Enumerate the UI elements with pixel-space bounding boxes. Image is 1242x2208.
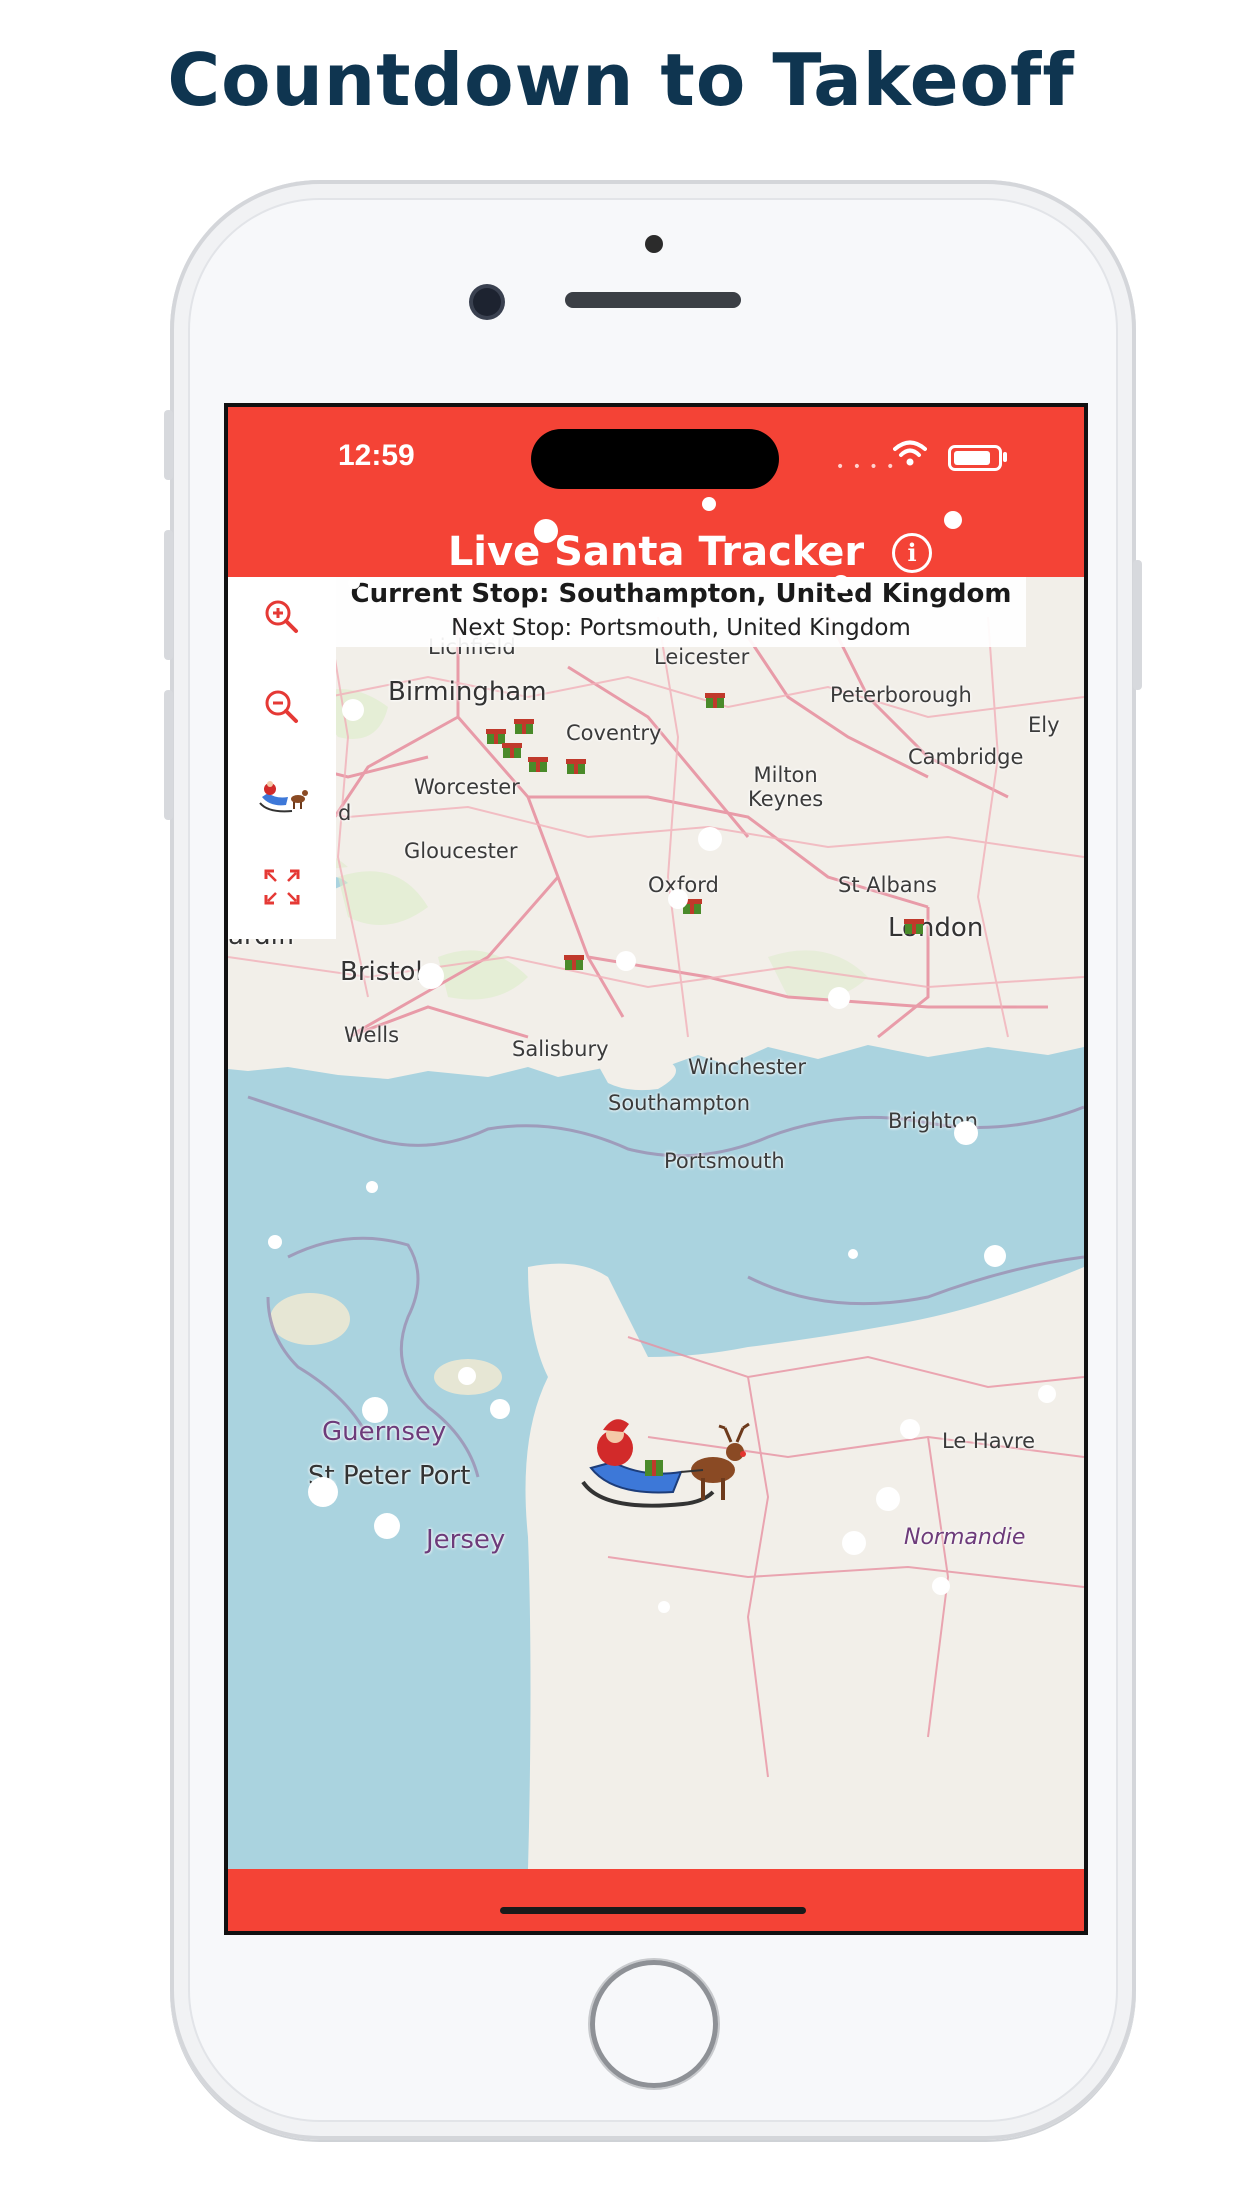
volume-down-button [164, 690, 173, 820]
gift-marker[interactable] [705, 689, 725, 709]
snowflake [362, 1397, 388, 1423]
map-label-guernsey: Guernsey [322, 1417, 447, 1447]
map-label-leicester: Leicester [654, 645, 750, 669]
stop-info-panel: Current Stop: Southampton, United Kingdo… [336, 577, 1026, 647]
snowflake [954, 1121, 978, 1145]
snowflake [374, 1513, 400, 1539]
phone-frame: 12:59 • • • • Live Santa Tracker i Lichf… [164, 180, 1142, 2140]
map-label-southampton: Southampton [608, 1091, 751, 1115]
snowflake [458, 1367, 476, 1385]
locate-santa-button[interactable] [258, 773, 308, 821]
earpiece-speaker [565, 292, 741, 308]
map-tiles [228, 577, 1084, 1869]
wifi-icon [893, 439, 927, 475]
map-label-le-havre: Le Havre [942, 1429, 1036, 1453]
snowflake [342, 699, 364, 721]
battery-tip [1003, 452, 1007, 462]
dynamic-island [531, 429, 779, 489]
front-camera [473, 288, 501, 316]
map-label-winchester: Winchester [688, 1055, 806, 1079]
map-label-normandie: Normandie [904, 1525, 1026, 1550]
map-label-london: London [888, 913, 984, 943]
cellular-signal-icon: • • • • [836, 459, 897, 475]
snowflake [944, 511, 962, 529]
gift-marker[interactable] [528, 753, 548, 773]
zoom-in-button[interactable] [258, 593, 306, 641]
battery-icon [948, 445, 1002, 471]
status-time: 12:59 [338, 439, 415, 472]
map-label-bristol: Bristol [340, 957, 423, 987]
map-label-cambridge: Cambridge [908, 745, 1024, 769]
bottom-bar [228, 1869, 1084, 1931]
snowflake [832, 575, 850, 593]
snowflake [702, 497, 716, 511]
snowflake [900, 1419, 920, 1439]
app-title: Live Santa Tracker [447, 529, 865, 575]
snowflake [932, 1577, 950, 1595]
zoom-in-icon [265, 600, 298, 633]
snowflake [658, 1601, 670, 1613]
snowflake [828, 987, 850, 1009]
map-label-st-albans: St Albans [838, 873, 937, 897]
snowflake [366, 1181, 378, 1193]
home-button[interactable] [590, 1960, 718, 2088]
zoom-out-icon [265, 690, 298, 723]
next-stop-text: Next Stop: Portsmouth, United Kingdom [451, 615, 911, 641]
gift-marker[interactable] [502, 739, 522, 759]
proximity-sensor [645, 235, 663, 253]
status-bar: 12:59 • • • • [228, 407, 1084, 497]
snowflake [1038, 1385, 1056, 1403]
snowflake [418, 963, 444, 989]
map-label-portsmouth: Portsmouth [664, 1149, 785, 1173]
map-label-ely: Ely [1028, 713, 1060, 737]
snowflake [698, 827, 722, 851]
map-label-birmingham: Birmingham [388, 677, 547, 707]
map-label-coventry: Coventry [566, 721, 662, 745]
page-headline: Countdown to Takeoff [167, 38, 1075, 122]
volume-up-button [164, 530, 173, 660]
snowflake [984, 1245, 1006, 1267]
snowflake [842, 1531, 866, 1555]
snowflake [876, 1487, 900, 1511]
info-icon[interactable]: i [892, 533, 932, 573]
snowflake [348, 577, 360, 589]
gift-marker[interactable] [564, 951, 584, 971]
snowflake [490, 1399, 510, 1419]
snowflake [534, 519, 558, 543]
power-button [1133, 560, 1142, 690]
map-controls [228, 577, 336, 939]
map-label-fragment-d: d [338, 801, 352, 825]
mute-switch [164, 410, 173, 480]
snowflake [268, 1235, 282, 1249]
fullscreen-button[interactable] [258, 863, 306, 911]
map-label-wells: Wells [344, 1023, 400, 1047]
snowflake [848, 1249, 858, 1259]
gift-marker[interactable] [514, 715, 534, 735]
map-label-peterborough: Peterborough [830, 683, 972, 707]
current-stop-text: Current Stop: Southampton, United Kingdo… [350, 579, 1012, 609]
sleigh-icon [259, 781, 308, 813]
santa-sleigh-marker[interactable] [573, 1412, 753, 1522]
gift-marker[interactable] [904, 915, 924, 935]
snowflake [668, 889, 688, 909]
zoom-out-button[interactable] [258, 683, 306, 731]
snowflake [308, 1477, 338, 1507]
map-label-jersey: Jersey [426, 1525, 506, 1555]
map-label-milton-keynes: Milton Keynes [748, 763, 824, 811]
map-label-gloucester: Gloucester [404, 839, 518, 863]
gift-marker[interactable] [566, 755, 586, 775]
fullscreen-icon [264, 869, 300, 905]
app-screen: 12:59 • • • • Live Santa Tracker i Lichf… [224, 403, 1088, 1935]
map-label-worcester: Worcester [414, 775, 520, 799]
map-label-salisbury: Salisbury [512, 1037, 609, 1061]
map-view[interactable]: Lichfield Leicester Birmingham Peterboro… [228, 577, 1084, 1869]
snowflake [616, 951, 636, 971]
home-indicator[interactable] [500, 1907, 806, 1914]
